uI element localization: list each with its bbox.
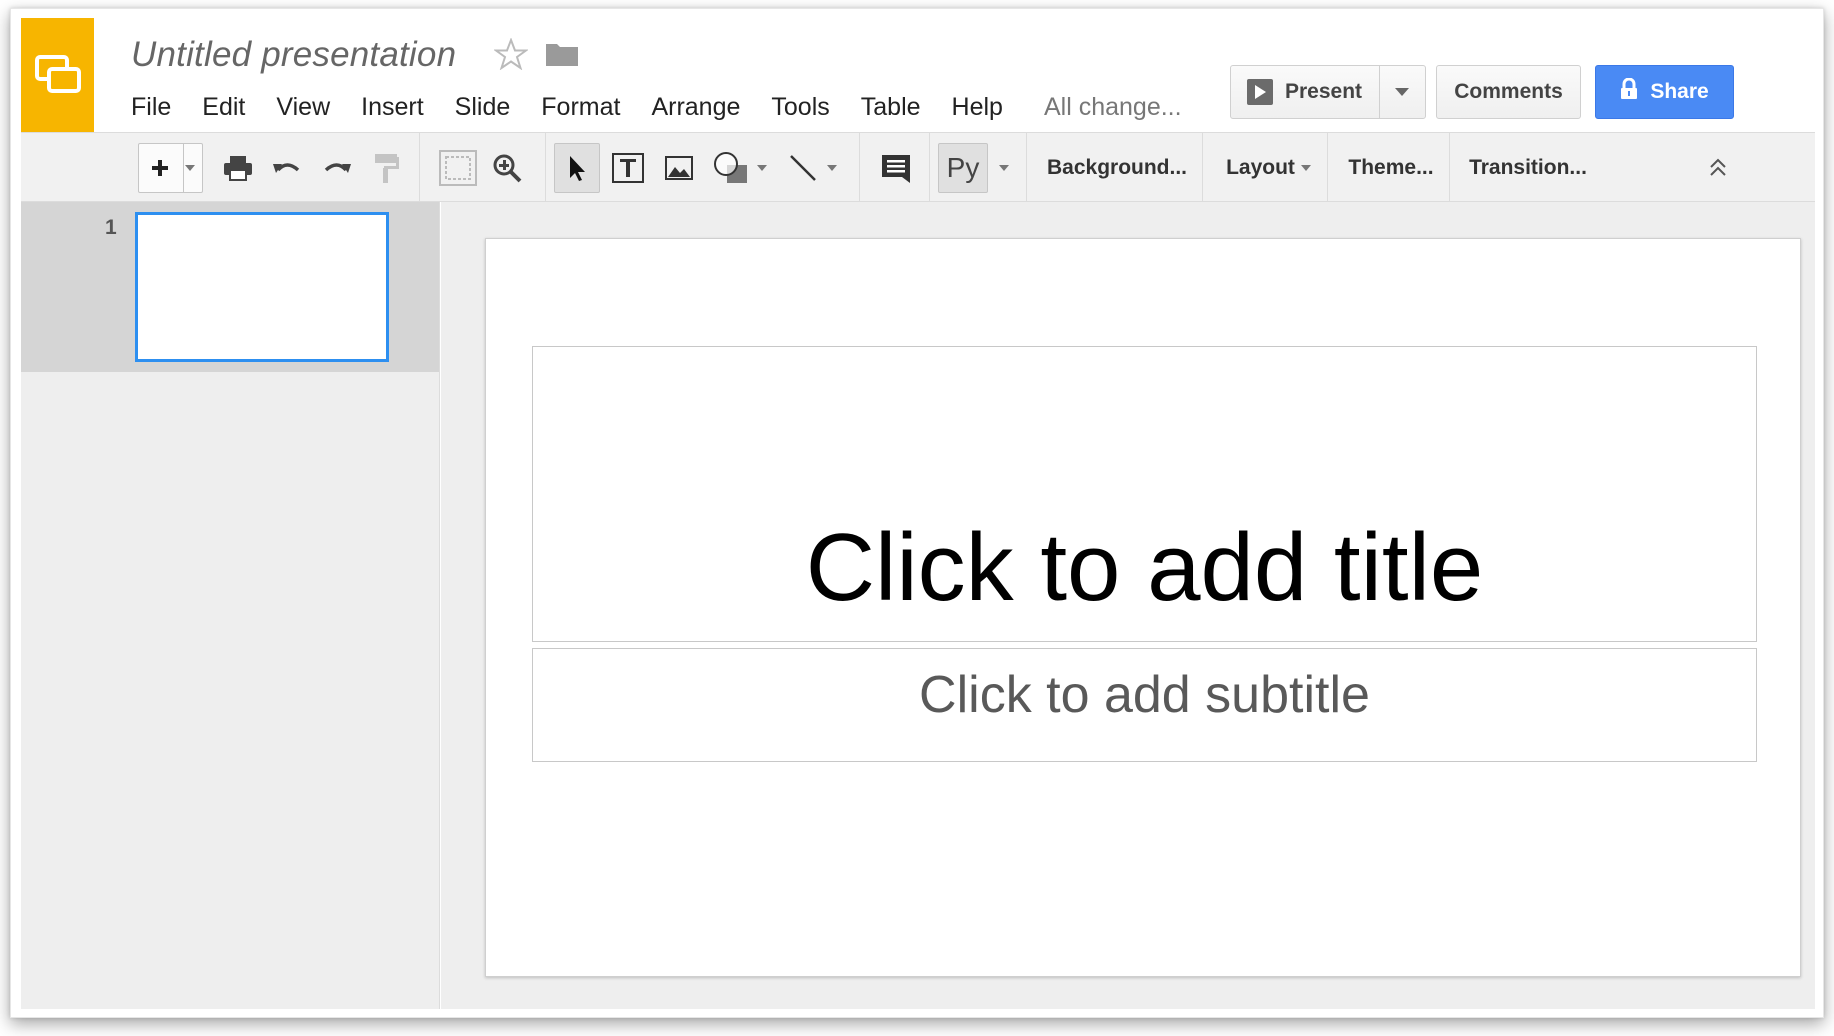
menu-tools[interactable]: Tools <box>771 93 829 122</box>
theme-button[interactable]: Theme... <box>1335 143 1447 193</box>
layout-button[interactable]: Layout <box>1211 143 1326 193</box>
menu-insert[interactable]: Insert <box>361 93 424 122</box>
share-button[interactable]: Share <box>1595 65 1734 119</box>
folder-icon[interactable] <box>545 41 579 72</box>
toolbar-divider <box>1327 133 1328 201</box>
layout-label: Layout <box>1226 156 1295 179</box>
spellcheck-label: Py <box>946 152 980 183</box>
title-placeholder[interactable]: Click to add title <box>532 346 1757 642</box>
present-button[interactable]: Present <box>1231 66 1380 118</box>
background-label: Background... <box>1046 156 1188 179</box>
slide[interactable]: Click to add title Click to add subtitle <box>485 238 1801 977</box>
menu-help[interactable]: Help <box>952 93 1003 122</box>
toolbar-divider <box>419 133 420 201</box>
toolbar-divider <box>545 133 546 201</box>
collapse-toolbar-icon[interactable] <box>1701 143 1735 193</box>
document-title[interactable]: Untitled presentation <box>131 35 456 75</box>
menu-format[interactable]: Format <box>541 93 620 122</box>
share-label: Share <box>1650 80 1709 103</box>
zoom-fit-icon[interactable] <box>436 143 480 193</box>
shape-icon <box>714 152 747 183</box>
star-icon[interactable] <box>492 37 530 75</box>
slide-number: 1 <box>105 216 117 239</box>
slides-logo-icon <box>34 55 81 93</box>
comments-label: Comments <box>1454 80 1563 103</box>
transition-label: Transition... <box>1469 156 1587 179</box>
comments-button[interactable]: Comments <box>1436 65 1581 119</box>
menu-view[interactable]: View <box>276 93 330 122</box>
toolbar: Py Background... Layout Theme... Transit… <box>21 132 1815 202</box>
play-icon <box>1247 79 1273 105</box>
slides-logo[interactable] <box>21 18 94 132</box>
chevron-down-icon <box>1395 88 1410 96</box>
present-button-group: Present <box>1230 65 1426 119</box>
app-window: Untitled presentation File Edit View Ins… <box>10 8 1824 1018</box>
slide-canvas: Click to add title Click to add subtitle <box>441 202 1815 1009</box>
redo-icon[interactable] <box>317 143 357 193</box>
chevron-down-icon <box>827 165 837 171</box>
lock-icon <box>1620 77 1638 106</box>
present-label: Present <box>1285 80 1363 103</box>
toolbar-divider <box>929 133 930 201</box>
menu-bar: File Edit View Insert Slide Format Arran… <box>131 93 1182 122</box>
chevron-down-icon[interactable] <box>999 165 1009 171</box>
toolbar-divider <box>1202 133 1203 201</box>
chevron-down-icon <box>185 165 195 171</box>
line-icon <box>790 155 816 181</box>
transition-button[interactable]: Transition... <box>1458 143 1598 193</box>
subtitle-placeholder-text: Click to add subtitle <box>919 666 1370 724</box>
zoom-icon[interactable] <box>487 143 527 193</box>
spellcheck-button[interactable]: Py <box>938 143 988 193</box>
image-icon <box>665 156 693 180</box>
cursor-icon <box>570 156 585 181</box>
background-button[interactable]: Background... <box>1035 143 1199 193</box>
new-slide-button[interactable] <box>138 143 203 193</box>
text-box-tool[interactable] <box>605 143 651 193</box>
image-tool[interactable] <box>656 143 702 193</box>
toolbar-divider <box>859 133 860 201</box>
title-placeholder-text: Click to add title <box>805 514 1484 621</box>
slide-thumbnail[interactable] <box>135 212 389 362</box>
line-tool[interactable] <box>781 143 843 193</box>
chevron-down-icon <box>1300 165 1311 171</box>
save-status[interactable]: All change... <box>1044 93 1182 122</box>
menu-slide[interactable]: Slide <box>455 93 511 122</box>
print-icon[interactable] <box>218 143 258 193</box>
toolbar-divider <box>1449 133 1450 201</box>
chevron-down-icon <box>757 165 767 171</box>
text-box-icon <box>612 153 644 183</box>
menu-table[interactable]: Table <box>861 93 921 122</box>
undo-icon[interactable] <box>267 143 307 193</box>
slide-filmstrip: 1 <box>21 202 440 1009</box>
shape-tool[interactable] <box>709 143 771 193</box>
theme-label: Theme... <box>1348 156 1434 179</box>
menu-file[interactable]: File <box>131 93 171 122</box>
plus-icon <box>152 160 168 176</box>
comment-icon[interactable] <box>873 143 919 193</box>
toolbar-divider <box>1026 133 1027 201</box>
paint-format-icon[interactable] <box>367 143 407 193</box>
select-tool[interactable] <box>554 143 600 193</box>
menu-arrange[interactable]: Arrange <box>651 93 740 122</box>
subtitle-placeholder[interactable]: Click to add subtitle <box>532 648 1757 762</box>
menu-edit[interactable]: Edit <box>202 93 245 122</box>
slide-thumbnail-row[interactable]: 1 <box>21 202 439 372</box>
present-dropdown[interactable] <box>1380 66 1425 118</box>
